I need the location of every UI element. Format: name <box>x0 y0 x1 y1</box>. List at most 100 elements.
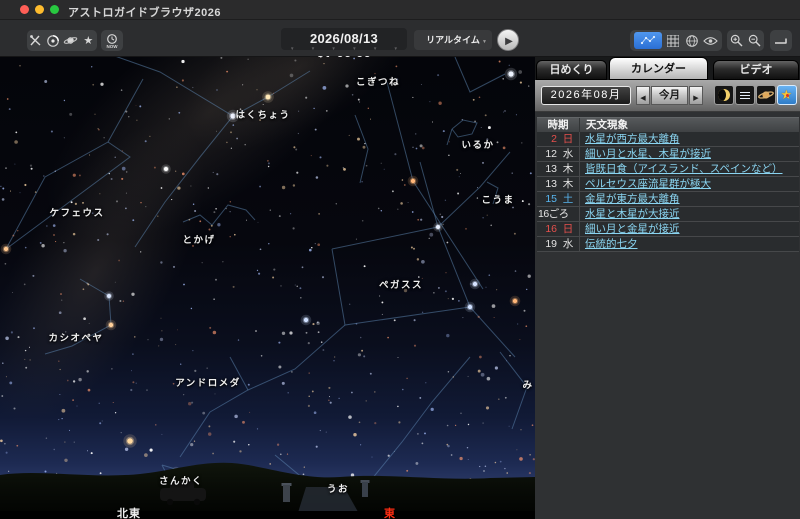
event-link[interactable]: 水星と木星が大接近 <box>585 208 680 220</box>
play-button[interactable] <box>497 29 519 51</box>
event-date-cell: 16 日 <box>537 222 579 236</box>
this-month-button[interactable]: 今月 <box>651 86 688 105</box>
datetime-control: 2026/08/13 21:00:00 <box>281 24 407 54</box>
table-row: 13 木 ペルセウス座流星群が極大 <box>537 177 799 192</box>
time-mode-value: リアルタイム <box>426 35 480 45</box>
tab-video[interactable]: ビデオ <box>713 60 799 80</box>
event-weekday: 日 <box>557 222 579 236</box>
planet-icon[interactable] <box>63 33 79 49</box>
event-link[interactable]: ペルセウス座流星群が極大 <box>585 178 711 190</box>
stepper-down-icon[interactable] <box>331 37 335 55</box>
zoom-window-button[interactable] <box>50 5 59 14</box>
event-filter-buttons <box>714 85 797 105</box>
events-table-header: 時期 天文現象 <box>537 117 799 132</box>
visibility-eye-icon[interactable] <box>703 33 719 49</box>
coordinate-grid-icon[interactable] <box>684 33 700 49</box>
star-icon[interactable] <box>80 33 96 49</box>
event-link[interactable]: 細い月と水星、木星が接近 <box>585 148 711 160</box>
event-date-cell: 15 土 <box>537 192 579 206</box>
saturn-icon <box>757 86 775 104</box>
time-mode-select[interactable]: リアルタイム <box>414 30 492 50</box>
sky-canvas <box>0 57 535 519</box>
moon-phase-icon <box>718 89 730 101</box>
constellation-lines-toggle[interactable] <box>634 32 662 49</box>
month-field[interactable]: 2026年08月 <box>541 86 631 105</box>
event-cell: 細い月と水星、木星が接近 <box>579 147 799 161</box>
table-row: 12 水 細い月と水星、木星が接近 <box>537 147 799 162</box>
tools-icon[interactable] <box>28 33 44 49</box>
month-nav: 今月 <box>636 86 703 105</box>
table-row: 13 木 皆既日食（アイスランド、スペインなど） <box>537 162 799 177</box>
event-date-cell: 12 水 <box>537 147 579 161</box>
horizon-ground <box>0 463 535 519</box>
event-date-cell: 13 木 <box>537 177 579 191</box>
list-icon <box>740 92 750 101</box>
zoom-in-icon[interactable] <box>728 33 744 49</box>
side-panel: 日めくり カレンダー ビデオ 2026年08月 今月 <box>535 57 800 519</box>
events-table: 時期 天文現象 2 日 水星が西方最大離角 12 水 細い月と水星、木星が接近 … <box>537 117 799 252</box>
moon-phase-filter-button[interactable] <box>714 85 734 105</box>
stepper-down-icon[interactable] <box>311 37 315 55</box>
title-bar: アストロガイドブラウザ2026 <box>0 0 800 20</box>
event-link[interactable]: 金星が東方最大離角 <box>585 193 680 205</box>
event-day: 16 <box>537 222 557 236</box>
display-tool-group <box>27 30 97 51</box>
prev-month-button[interactable] <box>636 86 650 105</box>
tab-calendar[interactable]: カレンダー <box>609 57 708 80</box>
event-cell: 皆既日食（アイスランド、スペインなど） <box>579 162 799 176</box>
close-window-button[interactable] <box>20 5 29 14</box>
now-clock-icon: NOW <box>104 33 120 49</box>
tab-himekuri[interactable]: 日めくり <box>536 60 607 80</box>
event-day: 19 <box>537 237 557 251</box>
galaxy-icon[interactable] <box>45 33 61 49</box>
now-button[interactable]: NOW <box>101 30 123 51</box>
zoom-group <box>727 30 764 51</box>
grid-icon[interactable] <box>665 33 681 49</box>
star-map[interactable]: こぎつねはくちょういるかこうまケフェウスとかげペガススカシオペヤアンドロメダさん… <box>0 57 535 519</box>
column-header-period: 時期 <box>537 118 579 132</box>
event-weekday: 木 <box>557 162 579 176</box>
event-day: 2 <box>537 132 557 146</box>
panel-tab-bar: 日めくり カレンダー ビデオ <box>535 57 800 80</box>
stepper-down-icon[interactable] <box>394 37 398 55</box>
svg-text:NOW: NOW <box>107 44 119 49</box>
collapse-panel-button[interactable] <box>770 30 792 51</box>
event-weekday: 木 <box>557 177 579 191</box>
event-day: 16ごろ <box>537 207 579 221</box>
milky-way-haze <box>0 57 443 456</box>
event-day: 13 <box>537 177 557 191</box>
main-toolbar: NOW 2026/08/13 21:00:00 リアルタイム <box>0 20 800 57</box>
minimize-window-button[interactable] <box>35 5 44 14</box>
event-weekday: 日 <box>557 132 579 146</box>
planet-filter-button[interactable] <box>756 85 776 105</box>
list-filter-button[interactable] <box>735 85 755 105</box>
event-day: 15 <box>537 192 557 206</box>
app-window: アストロガイドブラウザ2026 NOW 2026/08/13 21:00 <box>0 0 800 519</box>
event-date-cell: 16ごろ <box>537 207 579 221</box>
zoom-out-icon[interactable] <box>747 33 763 49</box>
event-star-dot <box>786 94 789 97</box>
event-link[interactable]: 皆既日食（アイスランド、スペインなど） <box>585 163 783 175</box>
view-toggle-group <box>630 30 722 51</box>
event-link[interactable]: 水星が西方最大離角 <box>585 133 680 145</box>
chevron-down-icon <box>482 30 487 52</box>
event-day: 12 <box>537 147 557 161</box>
calendar-table-body: 2 日 水星が西方最大離角 12 水 細い月と水星、木星が接近 13 木 皆既日… <box>537 132 799 252</box>
event-star-filter-button[interactable] <box>777 85 797 105</box>
event-cell: 水星と木星が大接近 <box>579 207 799 221</box>
stepper-down-icon[interactable] <box>352 37 356 55</box>
table-row: 19 水 伝統的七夕 <box>537 237 799 252</box>
event-cell: 金星が東方最大離角 <box>579 192 799 206</box>
next-month-button[interactable] <box>689 86 703 105</box>
table-row: 2 日 水星が西方最大離角 <box>537 132 799 147</box>
event-weekday: 水 <box>557 237 579 251</box>
stepper-down-icon[interactable] <box>290 37 294 55</box>
event-date-cell: 13 木 <box>537 162 579 176</box>
event-link[interactable]: 伝統的七夕 <box>585 238 638 250</box>
event-cell: ペルセウス座流星群が極大 <box>579 177 799 191</box>
play-icon <box>503 31 513 49</box>
column-header-phenomena: 天文現象 <box>579 118 799 132</box>
event-weekday: 水 <box>557 147 579 161</box>
event-link[interactable]: 細い月と金星が接近 <box>585 223 680 235</box>
stepper-down-icon[interactable] <box>373 37 377 55</box>
